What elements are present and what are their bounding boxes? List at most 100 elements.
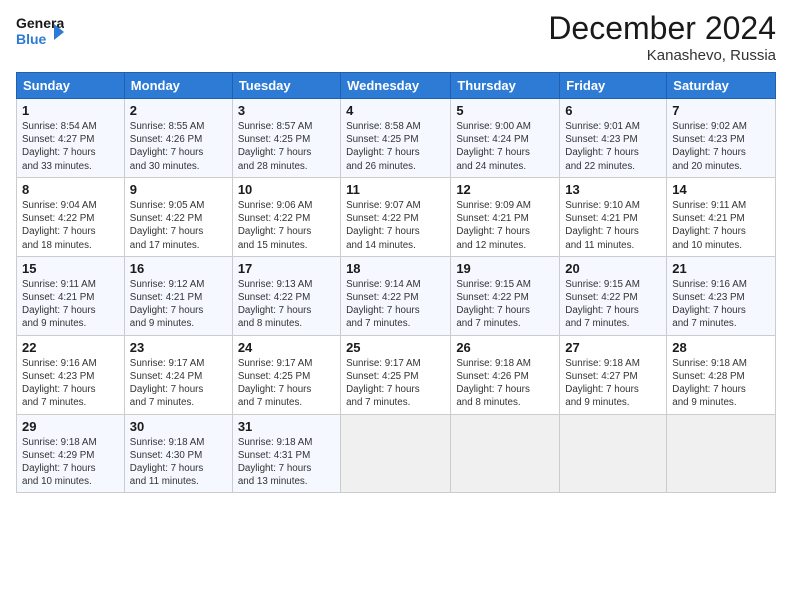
day-number: 7 xyxy=(672,103,770,118)
day-info: Sunrise: 9:17 AMSunset: 4:24 PMDaylight:… xyxy=(130,357,227,410)
cell-3-3: 25Sunrise: 9:17 AMSunset: 4:25 PMDayligh… xyxy=(341,335,451,414)
day-info: Sunrise: 9:14 AMSunset: 4:22 PMDaylight:… xyxy=(346,278,445,331)
day-info: Sunrise: 9:13 AMSunset: 4:22 PMDaylight:… xyxy=(238,278,335,331)
cell-1-3: 11 Sunrise: 9:07 AMSunset: 4:22 PMDayligh… xyxy=(341,177,451,256)
cell-1-0: 8 Sunrise: 9:04 AMSunset: 4:22 PMDaylight… xyxy=(17,177,125,256)
header-wednesday: Wednesday xyxy=(341,73,451,99)
day-number: 19 xyxy=(456,261,554,276)
day-info: Sunrise: 9:18 AMSunset: 4:27 PMDaylight:… xyxy=(565,357,661,410)
day-info: Sunrise: 9:16 AMSunset: 4:23 PMDaylight:… xyxy=(672,278,770,331)
calendar-table: Sunday Monday Tuesday Wednesday Thursday… xyxy=(16,72,776,493)
svg-text:Blue: Blue xyxy=(16,31,47,47)
cell-0-4: 5 Sunrise: 9:00 AMSunset: 4:24 PMDaylight… xyxy=(451,99,560,178)
cell-4-4 xyxy=(451,414,560,493)
day-number: 16 xyxy=(130,261,227,276)
week-row-5: 29Sunrise: 9:18 AMSunset: 4:29 PMDayligh… xyxy=(17,414,776,493)
day-number: 21 xyxy=(672,261,770,276)
cell-4-1: 30 Sunrise: 9:18 AMSunset: 4:30 PMDayligh… xyxy=(124,414,232,493)
day-number: 25 xyxy=(346,340,445,355)
cell-4-6 xyxy=(667,414,776,493)
day-number: 29 xyxy=(22,419,119,434)
logo: General Blue xyxy=(16,10,64,57)
day-info: Sunrise: 9:02 AMSunset: 4:23 PMDaylight:… xyxy=(672,120,770,173)
day-info: Sunrise: 9:18 AMSunset: 4:28 PMDaylight:… xyxy=(672,357,770,410)
day-number: 20 xyxy=(565,261,661,276)
location: Kanashevo, Russia xyxy=(548,47,776,64)
day-info: Sunrise: 8:55 AMSunset: 4:26 PMDaylight:… xyxy=(130,120,227,173)
cell-3-2: 24Sunrise: 9:17 AMSunset: 4:25 PMDayligh… xyxy=(232,335,340,414)
day-info: Sunrise: 9:07 AMSunset: 4:22 PMDaylight:… xyxy=(346,199,445,252)
day-info: Sunrise: 9:16 AMSunset: 4:23 PMDaylight:… xyxy=(22,357,119,410)
header: General Blue December 2024 Kanashevo, Ru… xyxy=(16,10,776,64)
cell-1-1: 9Sunrise: 9:05 AMSunset: 4:22 PMDaylight… xyxy=(124,177,232,256)
day-info: Sunrise: 9:18 AMSunset: 4:31 PMDaylight:… xyxy=(238,436,335,489)
cell-0-5: 6Sunrise: 9:01 AMSunset: 4:23 PMDaylight… xyxy=(560,99,667,178)
day-info: Sunrise: 9:04 AMSunset: 4:22 PMDaylight:… xyxy=(22,199,119,252)
cell-2-6: 21 Sunrise: 9:16 AMSunset: 4:23 PMDayligh… xyxy=(667,256,776,335)
day-info: Sunrise: 9:17 AMSunset: 4:25 PMDaylight:… xyxy=(238,357,335,410)
cell-0-2: 3Sunrise: 8:57 AMSunset: 4:25 PMDaylight… xyxy=(232,99,340,178)
week-row-3: 15 Sunrise: 9:11 AMSunset: 4:21 PMDayligh… xyxy=(17,256,776,335)
page: General Blue December 2024 Kanashevo, Ru… xyxy=(0,0,792,612)
day-number: 12 xyxy=(456,182,554,197)
day-info: Sunrise: 9:00 AMSunset: 4:24 PMDaylight:… xyxy=(456,120,554,173)
day-info: Sunrise: 9:18 AMSunset: 4:26 PMDaylight:… xyxy=(456,357,554,410)
day-number: 14 xyxy=(672,182,770,197)
cell-2-1: 16 Sunrise: 9:12 AMSunset: 4:21 PMDayligh… xyxy=(124,256,232,335)
day-info: Sunrise: 9:15 AMSunset: 4:22 PMDaylight:… xyxy=(565,278,661,331)
month-title: December 2024 xyxy=(548,10,776,47)
day-number: 26 xyxy=(456,340,554,355)
header-row: Sunday Monday Tuesday Wednesday Thursday… xyxy=(17,73,776,99)
week-row-2: 8 Sunrise: 9:04 AMSunset: 4:22 PMDaylight… xyxy=(17,177,776,256)
cell-1-2: 10Sunrise: 9:06 AMSunset: 4:22 PMDayligh… xyxy=(232,177,340,256)
cell-1-6: 14Sunrise: 9:11 AMSunset: 4:21 PMDayligh… xyxy=(667,177,776,256)
logo-icon: General Blue xyxy=(16,10,64,52)
week-row-4: 22 Sunrise: 9:16 AMSunset: 4:23 PMDayligh… xyxy=(17,335,776,414)
cell-3-5: 27 Sunrise: 9:18 AMSunset: 4:27 PMDayligh… xyxy=(560,335,667,414)
cell-0-0: 1Sunrise: 8:54 AMSunset: 4:27 PMDaylight… xyxy=(17,99,125,178)
cell-4-3 xyxy=(341,414,451,493)
day-number: 4 xyxy=(346,103,445,118)
day-info: Sunrise: 9:06 AMSunset: 4:22 PMDaylight:… xyxy=(238,199,335,252)
day-info: Sunrise: 9:18 AMSunset: 4:30 PMDaylight:… xyxy=(130,436,227,489)
cell-0-6: 7 Sunrise: 9:02 AMSunset: 4:23 PMDaylight… xyxy=(667,99,776,178)
day-number: 17 xyxy=(238,261,335,276)
day-number: 27 xyxy=(565,340,661,355)
cell-0-1: 2 Sunrise: 8:55 AMSunset: 4:26 PMDaylight… xyxy=(124,99,232,178)
day-info: Sunrise: 9:11 AMSunset: 4:21 PMDaylight:… xyxy=(22,278,119,331)
cell-2-0: 15 Sunrise: 9:11 AMSunset: 4:21 PMDayligh… xyxy=(17,256,125,335)
cell-4-0: 29Sunrise: 9:18 AMSunset: 4:29 PMDayligh… xyxy=(17,414,125,493)
header-sunday: Sunday xyxy=(17,73,125,99)
day-number: 23 xyxy=(130,340,227,355)
day-number: 2 xyxy=(130,103,227,118)
day-info: Sunrise: 8:57 AMSunset: 4:25 PMDaylight:… xyxy=(238,120,335,173)
day-number: 11 xyxy=(346,182,445,197)
day-number: 5 xyxy=(456,103,554,118)
day-number: 8 xyxy=(22,182,119,197)
cell-2-4: 19 Sunrise: 9:15 AMSunset: 4:22 PMDayligh… xyxy=(451,256,560,335)
header-tuesday: Tuesday xyxy=(232,73,340,99)
day-number: 18 xyxy=(346,261,445,276)
header-friday: Friday xyxy=(560,73,667,99)
cell-2-3: 18 Sunrise: 9:14 AMSunset: 4:22 PMDayligh… xyxy=(341,256,451,335)
day-number: 30 xyxy=(130,419,227,434)
cell-3-1: 23 Sunrise: 9:17 AMSunset: 4:24 PMDayligh… xyxy=(124,335,232,414)
day-number: 9 xyxy=(130,182,227,197)
day-info: Sunrise: 9:15 AMSunset: 4:22 PMDaylight:… xyxy=(456,278,554,331)
day-number: 22 xyxy=(22,340,119,355)
cell-0-3: 4Sunrise: 8:58 AMSunset: 4:25 PMDaylight… xyxy=(341,99,451,178)
header-thursday: Thursday xyxy=(451,73,560,99)
day-info: Sunrise: 9:09 AMSunset: 4:21 PMDaylight:… xyxy=(456,199,554,252)
cell-2-2: 17 Sunrise: 9:13 AMSunset: 4:22 PMDayligh… xyxy=(232,256,340,335)
header-monday: Monday xyxy=(124,73,232,99)
cell-4-5 xyxy=(560,414,667,493)
cell-1-4: 12 Sunrise: 9:09 AMSunset: 4:21 PMDayligh… xyxy=(451,177,560,256)
title-block: December 2024 Kanashevo, Russia xyxy=(548,10,776,64)
day-number: 15 xyxy=(22,261,119,276)
day-number: 31 xyxy=(238,419,335,434)
cell-3-0: 22 Sunrise: 9:16 AMSunset: 4:23 PMDayligh… xyxy=(17,335,125,414)
day-number: 13 xyxy=(565,182,661,197)
day-number: 6 xyxy=(565,103,661,118)
day-info: Sunrise: 9:12 AMSunset: 4:21 PMDaylight:… xyxy=(130,278,227,331)
calendar-body: 1Sunrise: 8:54 AMSunset: 4:27 PMDaylight… xyxy=(17,99,776,493)
